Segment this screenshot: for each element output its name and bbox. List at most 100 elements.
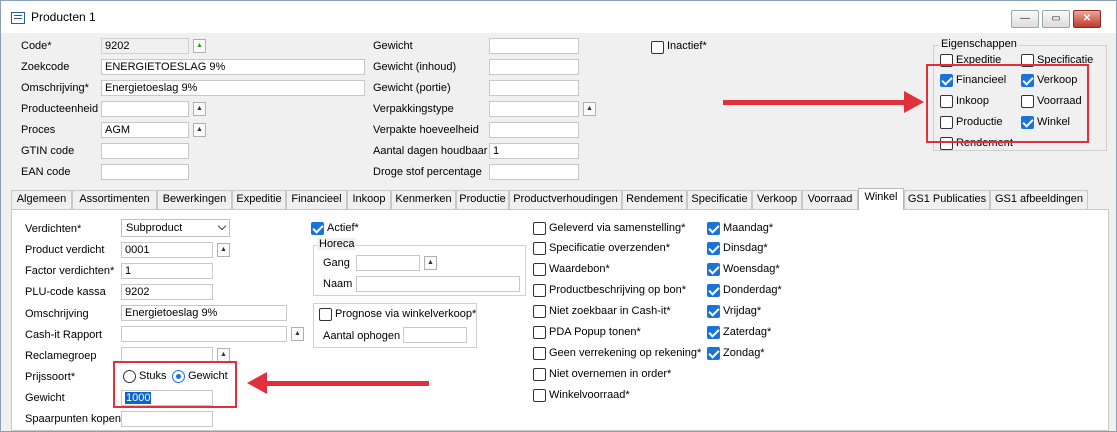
- pda-popup-checkbox[interactable]: [533, 326, 546, 339]
- winkel-omschrijving-field[interactable]: Energietoeslag 9%: [121, 305, 287, 321]
- code-field[interactable]: 9202: [101, 38, 189, 54]
- tab-kenmerken[interactable]: Kenmerken: [391, 190, 456, 209]
- omschrijving-label: Omschrijving*: [21, 82, 89, 94]
- tab-algemeen[interactable]: Algemeen: [11, 190, 72, 209]
- vrijdag-label: Vrijdag*: [723, 305, 762, 317]
- niet-overnemen-checkbox[interactable]: [533, 368, 546, 381]
- annotation-arrow-right: [723, 100, 908, 105]
- verdichten-select[interactable]: Subproduct: [121, 219, 230, 237]
- gang-label: Gang: [323, 257, 350, 269]
- zondag-checkbox[interactable]: [707, 347, 720, 360]
- proces-label: Proces: [21, 124, 56, 136]
- close-button[interactable]: ✕: [1073, 10, 1101, 28]
- zondag-label: Zondag*: [723, 347, 765, 359]
- tab-gs1-afbeeldingen[interactable]: GS1 afbeeldingen: [990, 190, 1088, 209]
- proces-picker-icon[interactable]: ▲: [193, 123, 206, 137]
- droge-stof-label: Droge stof percentage: [373, 166, 482, 178]
- waardebon-label: Waardebon*: [549, 263, 610, 275]
- specificatie-overzenden-checkbox[interactable]: [533, 242, 546, 255]
- tab-financieel[interactable]: Financieel: [286, 190, 347, 209]
- tab-productverhoudingen[interactable]: Productverhoudingen: [509, 190, 622, 209]
- tab-winkel[interactable]: Winkel: [858, 188, 904, 210]
- plu-code-field[interactable]: 9202: [121, 284, 213, 300]
- zaterdag-label: Zaterdag*: [723, 326, 772, 338]
- naam-label: Naam: [323, 278, 353, 290]
- producteenheid-field[interactable]: [101, 101, 189, 117]
- gtin-field[interactable]: [101, 143, 189, 159]
- prognose-checkbox[interactable]: [319, 308, 332, 321]
- geen-verrekening-checkbox[interactable]: [533, 347, 546, 360]
- code-label: Code*: [21, 40, 52, 52]
- gewicht-header-label: Gewicht: [373, 40, 413, 52]
- tab-rendement[interactable]: Rendement: [622, 190, 687, 209]
- verpakkingstype-label: Verpakkingstype: [373, 103, 454, 115]
- producteenheid-picker-icon[interactable]: ▲: [193, 102, 206, 116]
- winkelvoorraad-label: Winkelvoorraad*: [549, 389, 630, 401]
- proces-field[interactable]: AGM: [101, 122, 189, 138]
- omschrijving-field[interactable]: Energietoeslag 9%: [101, 80, 365, 96]
- tab-gs1-publicaties[interactable]: GS1 Publicaties: [904, 190, 990, 209]
- tab-assortimenten[interactable]: Assortimenten: [72, 190, 157, 209]
- geleverd-checkbox[interactable]: [533, 222, 546, 235]
- prijssoort-highlight: [113, 361, 237, 408]
- minimize-button[interactable]: —: [1011, 10, 1039, 28]
- cashit-rapport-label: Cash-it Rapport: [25, 329, 103, 341]
- tab-specificatie[interactable]: Specificatie: [687, 190, 752, 209]
- geleverd-label: Geleverd via samenstelling*: [549, 222, 686, 234]
- code-increment-icon[interactable]: ▲: [193, 39, 206, 53]
- tab-productie[interactable]: Productie: [456, 190, 509, 209]
- tab-inkoop[interactable]: Inkoop: [347, 190, 391, 209]
- title-bar: Producten 1 — ▭ ✕: [1, 1, 1116, 33]
- inactief-label: Inactief*: [667, 40, 707, 52]
- niet-overnemen-label: Niet overnemen in order*: [549, 368, 672, 380]
- maximize-button[interactable]: ▭: [1042, 10, 1070, 28]
- ean-field[interactable]: [101, 164, 189, 180]
- product-verdicht-label: Product verdicht: [25, 244, 105, 256]
- factor-verdichten-field[interactable]: 1: [121, 263, 213, 279]
- niet-zoekbaar-label: Niet zoekbaar in Cash-it*: [549, 305, 671, 317]
- gang-picker-icon[interactable]: ▲: [424, 256, 437, 270]
- tab-verkoop[interactable]: Verkoop: [752, 190, 802, 209]
- tab-expeditie[interactable]: Expeditie: [232, 190, 286, 209]
- waardebon-checkbox[interactable]: [533, 263, 546, 276]
- woensdag-checkbox[interactable]: [707, 263, 720, 276]
- tab-bewerkingen[interactable]: Bewerkingen: [157, 190, 232, 209]
- dinsdag-checkbox[interactable]: [707, 242, 720, 255]
- productbeschrijving-checkbox[interactable]: [533, 284, 546, 297]
- zoekcode-field[interactable]: ENERGIETOESLAG 9%: [101, 59, 365, 75]
- window-title: Producten 1: [31, 10, 96, 24]
- actief-label: Actief*: [327, 222, 359, 234]
- niet-zoekbaar-checkbox[interactable]: [533, 305, 546, 318]
- maandag-checkbox[interactable]: [707, 222, 720, 235]
- droge-stof-field[interactable]: [489, 164, 579, 180]
- tab-voorraad[interactable]: Voorraad: [802, 190, 858, 209]
- prijssoort-label: Prijssoort*: [25, 371, 76, 383]
- reclamegroep-picker-icon[interactable]: ▲: [217, 348, 230, 362]
- cashit-rapport-picker-icon[interactable]: ▲: [291, 327, 304, 341]
- productbeschrijving-label: Productbeschrijving op bon*: [549, 284, 686, 296]
- gewicht-portie-field[interactable]: [489, 80, 579, 96]
- winkelvoorraad-checkbox[interactable]: [533, 389, 546, 402]
- cashit-rapport-field[interactable]: [121, 326, 287, 342]
- product-verdicht-picker-icon[interactable]: ▲: [217, 243, 230, 257]
- winkel-omschrijving-label: Omschrijving: [25, 308, 89, 320]
- gewicht-header-field[interactable]: [489, 38, 579, 54]
- naam-field[interactable]: [356, 276, 520, 292]
- spaarpunten-field[interactable]: [121, 411, 213, 427]
- woensdag-label: Woensdag*: [723, 263, 780, 275]
- houdbaar-label: Aantal dagen houdbaar: [373, 145, 488, 157]
- vrijdag-checkbox[interactable]: [707, 305, 720, 318]
- verpakte-hoeveelheid-field[interactable]: [489, 122, 579, 138]
- actief-checkbox[interactable]: [311, 222, 324, 235]
- verpakkingstype-picker-icon[interactable]: ▲: [583, 102, 596, 116]
- houdbaar-field[interactable]: 1: [489, 143, 579, 159]
- zaterdag-checkbox[interactable]: [707, 326, 720, 339]
- inactief-checkbox[interactable]: [651, 41, 664, 54]
- aantal-ophogen-field[interactable]: [403, 327, 467, 343]
- zoekcode-label: Zoekcode: [21, 61, 70, 73]
- gewicht-inhoud-field[interactable]: [489, 59, 579, 75]
- donderdag-checkbox[interactable]: [707, 284, 720, 297]
- gang-field[interactable]: [356, 255, 420, 271]
- product-verdicht-field[interactable]: 0001: [121, 242, 213, 258]
- verpakkingstype-field[interactable]: [489, 101, 579, 117]
